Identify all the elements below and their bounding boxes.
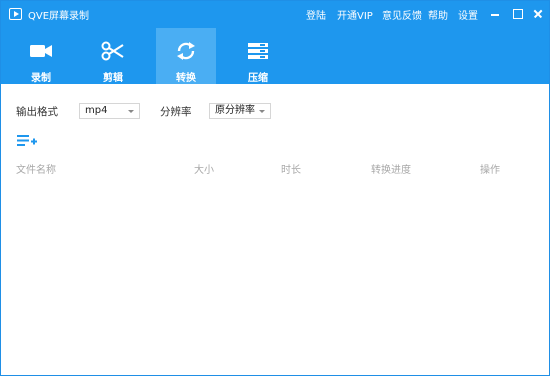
format-value: mp4 [85,105,108,116]
menu-vip[interactable]: 开通VIP [337,7,373,22]
tab-edit[interactable]: 剪辑 [83,28,143,84]
resolution-select[interactable]: 原分辨率 [209,103,271,119]
app-title: QVE屏幕录制 [28,11,90,22]
tab-record-label: 录制 [31,73,51,84]
close-icon[interactable] [530,5,546,21]
app-window: QVE屏幕录制 登陆 开通VIP 意见反馈 帮助 设置 录制 剪辑 转换 压缩 … [0,0,550,376]
title-bar: QVE屏幕录制 登陆 开通VIP 意见反馈 帮助 设置 [1,1,549,28]
resolution-value: 原分辨率 [215,105,255,116]
chevron-down-icon [128,110,134,113]
minimize-icon[interactable] [487,5,503,21]
col-duration: 时长 [281,165,301,176]
header-bar: QVE屏幕录制 登陆 开通VIP 意见反馈 帮助 设置 录制 剪辑 转换 压缩 [1,1,549,84]
tab-compress[interactable]: 压缩 [228,28,288,84]
app-logo-icon [9,8,22,20]
menu-help[interactable]: 帮助 [428,7,448,22]
col-progress: 转换进度 [371,165,411,176]
format-select[interactable]: mp4 [79,103,140,119]
tab-record[interactable]: 录制 [11,28,71,84]
scissors-icon [101,41,124,61]
menu-settings[interactable]: 设置 [458,7,478,22]
add-files-icon[interactable] [17,134,37,148]
file-list [1,177,549,375]
tab-compress-label: 压缩 [248,73,268,84]
format-label: 输出格式 [16,106,58,118]
menu-feedback[interactable]: 意见反馈 [382,7,422,22]
maximize-icon[interactable] [509,5,525,21]
video-camera-icon [30,45,52,57]
col-size: 大小 [194,165,214,176]
resolution-label: 分辨率 [160,106,192,118]
col-filename: 文件名称 [16,165,56,176]
tab-convert[interactable]: 转换 [156,28,216,84]
menu-login[interactable]: 登陆 [306,7,326,22]
refresh-icon [177,42,195,60]
compress-icon [248,43,268,59]
chevron-down-icon [259,110,265,113]
col-actions: 操作 [480,165,500,176]
tab-edit-label: 剪辑 [103,73,123,84]
tab-convert-label: 转换 [176,73,196,84]
